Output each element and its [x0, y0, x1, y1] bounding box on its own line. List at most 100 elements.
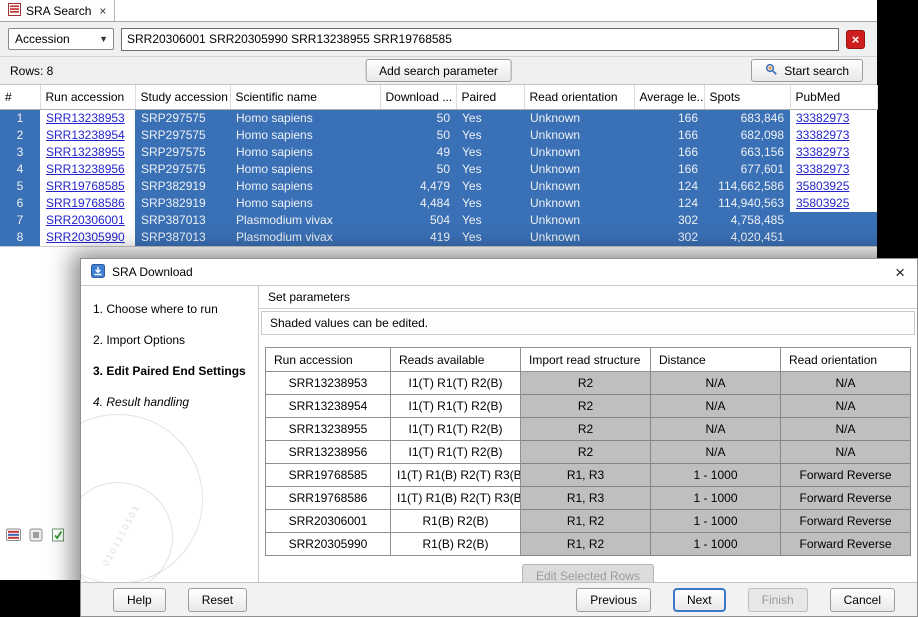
help-button[interactable]: Help — [113, 588, 166, 612]
param-row[interactable]: SRR19768585I1(T) R1(B) R2(T) R3(B)R1, R3… — [266, 464, 911, 487]
reset-button[interactable]: Reset — [188, 588, 247, 612]
cancel-button[interactable]: Cancel — [830, 588, 895, 612]
result-row[interactable]: 2SRR13238954SRP297575Homo sapiens50YesUn… — [0, 127, 877, 144]
pubmed-link[interactable]: 33382973 — [796, 162, 849, 176]
col-scientific-name[interactable]: Scientific name — [230, 85, 380, 109]
dialog-titlebar[interactable]: SRA Download × — [81, 259, 917, 286]
pubmed[interactable] — [790, 212, 877, 229]
param-row[interactable]: SRR13238955I1(T) R1(T) R2(B)R2N/AN/A — [266, 418, 911, 441]
param-import-read-structure[interactable]: R1, R2 — [521, 510, 651, 533]
param-row[interactable]: SRR13238954I1(T) R1(T) R2(B)R2N/AN/A — [266, 395, 911, 418]
param-import-read-structure[interactable]: R2 — [521, 372, 651, 395]
run-accession[interactable]: SRR20306001 — [40, 212, 135, 229]
tab-close-icon[interactable]: × — [99, 4, 106, 18]
param-import-read-structure[interactable]: R2 — [521, 441, 651, 464]
param-distance[interactable]: N/A — [651, 441, 781, 464]
run-accession-link[interactable]: SRR20306001 — [46, 213, 125, 227]
pubmed[interactable] — [790, 229, 877, 247]
run-accession[interactable]: SRR13238956 — [40, 161, 135, 178]
pubmed-link[interactable]: 35803925 — [796, 196, 849, 210]
run-accession[interactable]: SRR13238953 — [40, 109, 135, 127]
param-read-orientation[interactable]: Forward Reverse — [781, 487, 911, 510]
previous-button[interactable]: Previous — [576, 588, 651, 612]
param-distance[interactable]: 1 - 1000 — [651, 464, 781, 487]
result-row[interactable]: 1SRR13238953SRP297575Homo sapiens50YesUn… — [0, 109, 877, 127]
wizard-step-import-options[interactable]: 2. Import Options — [93, 333, 246, 348]
run-accession-link[interactable]: SRR13238956 — [46, 162, 125, 176]
wizard-step-result-handling[interactable]: 4. Result handling — [93, 395, 246, 410]
finish-button[interactable]: Finish — [748, 588, 808, 612]
run-accession[interactable]: SRR13238954 — [40, 127, 135, 144]
col-pubmed[interactable]: PubMed — [790, 85, 877, 109]
param-import-read-structure[interactable]: R1, R3 — [521, 487, 651, 510]
add-search-parameter-button[interactable]: Add search parameter — [365, 59, 512, 82]
pubmed-link[interactable]: 35803925 — [796, 179, 849, 193]
param-distance[interactable]: 1 - 1000 — [651, 510, 781, 533]
wizard-step-edit-paired-end-settings[interactable]: 3. Edit Paired End Settings — [93, 364, 246, 379]
param-import-read-structure[interactable]: R2 — [521, 395, 651, 418]
param-read-orientation[interactable]: Forward Reverse — [781, 464, 911, 487]
param-row[interactable]: SRR13238953I1(T) R1(T) R2(B)R2N/AN/A — [266, 372, 911, 395]
col-spots[interactable]: Spots — [704, 85, 790, 109]
result-row[interactable]: 4SRR13238956SRP297575Homo sapiens50YesUn… — [0, 161, 877, 178]
pubmed[interactable]: 33382973 — [790, 127, 877, 144]
param-distance[interactable]: N/A — [651, 395, 781, 418]
run-accession-link[interactable]: SRR19768585 — [46, 179, 125, 193]
param-import-read-structure[interactable]: R1, R3 — [521, 464, 651, 487]
start-search-button[interactable]: Start search — [751, 59, 863, 82]
col-average-length[interactable]: Average le... — [634, 85, 704, 109]
run-accession[interactable]: SRR13238955 — [40, 144, 135, 161]
param-row[interactable]: SRR19768586I1(T) R1(B) R2(T) R3(B)R1, R3… — [266, 487, 911, 510]
search-input[interactable] — [121, 28, 839, 51]
param-import-read-structure[interactable]: R2 — [521, 418, 651, 441]
run-accession-link[interactable]: SRR19768586 — [46, 196, 125, 210]
next-button[interactable]: Next — [673, 588, 726, 612]
col-paired[interactable]: Paired — [456, 85, 524, 109]
clear-search-button[interactable]: × — [846, 30, 865, 49]
run-accession[interactable]: SRR19768586 — [40, 195, 135, 212]
col-download[interactable]: Download ... — [380, 85, 456, 109]
run-accession-link[interactable]: SRR13238954 — [46, 128, 125, 142]
col-run-accession[interactable]: Run accession — [40, 85, 135, 109]
param-distance[interactable]: 1 - 1000 — [651, 487, 781, 510]
run-accession-link[interactable]: SRR13238953 — [46, 111, 125, 125]
pubmed-link[interactable]: 33382973 — [796, 145, 849, 159]
param-read-orientation[interactable]: N/A — [781, 395, 911, 418]
col-number[interactable]: # — [0, 85, 40, 109]
run-accession[interactable]: SRR20305990 — [40, 229, 135, 247]
checklist-icon[interactable] — [51, 528, 65, 545]
param-import-read-structure[interactable]: R1, R2 — [521, 533, 651, 556]
param-distance[interactable]: N/A — [651, 418, 781, 441]
workbench-icon[interactable] — [6, 528, 21, 545]
wizard-step-choose-where-to-run[interactable]: 1. Choose where to run — [93, 302, 246, 317]
pubmed[interactable]: 35803925 — [790, 178, 877, 195]
param-distance[interactable]: 1 - 1000 — [651, 533, 781, 556]
result-row[interactable]: 7SRR20306001SRP387013Plasmodium vivax504… — [0, 212, 877, 229]
param-distance[interactable]: N/A — [651, 372, 781, 395]
run-accession-link[interactable]: SRR20305990 — [46, 230, 125, 244]
param-row[interactable]: SRR13238956I1(T) R1(T) R2(B)R2N/AN/A — [266, 441, 911, 464]
col-study-accession[interactable]: Study accession — [135, 85, 230, 109]
pubmed-link[interactable]: 33382973 — [796, 128, 849, 142]
col-read-orientation[interactable]: Read orientation — [524, 85, 634, 109]
run-accession[interactable]: SRR19768585 — [40, 178, 135, 195]
pubmed-link[interactable]: 33382973 — [796, 111, 849, 125]
search-field-selector[interactable]: Accession ▼ — [8, 28, 114, 50]
param-row[interactable]: SRR20305990R1(B) R2(B)R1, R21 - 1000Forw… — [266, 533, 911, 556]
param-read-orientation[interactable]: Forward Reverse — [781, 533, 911, 556]
param-read-orientation[interactable]: N/A — [781, 372, 911, 395]
result-row[interactable]: 5SRR19768585SRP382919Homo sapiens4,479Ye… — [0, 178, 877, 195]
param-read-orientation[interactable]: Forward Reverse — [781, 510, 911, 533]
tab-sra-search[interactable]: SRA Search × — [0, 0, 115, 21]
pubmed[interactable]: 33382973 — [790, 161, 877, 178]
pubmed[interactable]: 33382973 — [790, 144, 877, 161]
processes-icon[interactable] — [29, 528, 43, 545]
pubmed[interactable]: 35803925 — [790, 195, 877, 212]
dialog-close-icon[interactable]: × — [893, 264, 907, 281]
param-read-orientation[interactable]: N/A — [781, 441, 911, 464]
param-read-orientation[interactable]: N/A — [781, 418, 911, 441]
run-accession-link[interactable]: SRR13238955 — [46, 145, 125, 159]
result-row[interactable]: 3SRR13238955SRP297575Homo sapiens49YesUn… — [0, 144, 877, 161]
pubmed[interactable]: 33382973 — [790, 109, 877, 127]
result-row[interactable]: 6SRR19768586SRP382919Homo sapiens4,484Ye… — [0, 195, 877, 212]
